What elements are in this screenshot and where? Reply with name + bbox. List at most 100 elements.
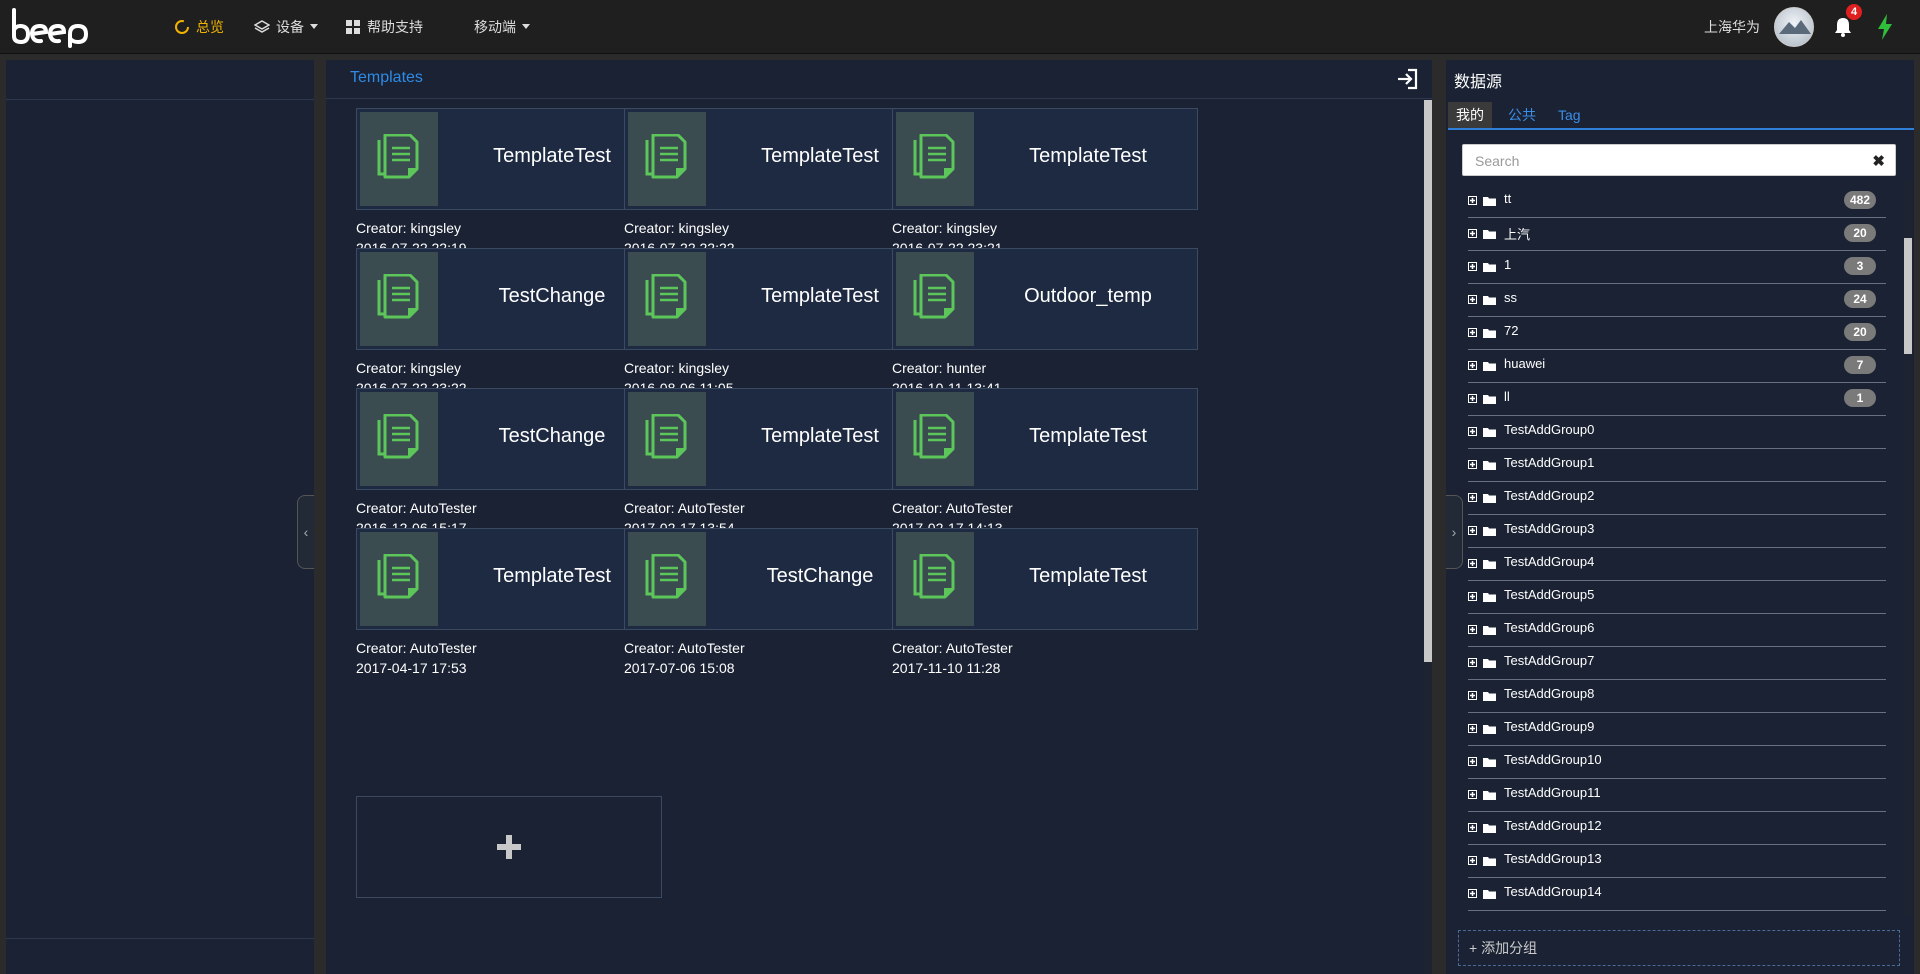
template-card[interactable]: Outdoor_temp [892,248,1198,350]
template-card[interactable]: TemplateTest [892,528,1198,630]
folder-icon [1483,494,1496,503]
expand-icon[interactable] [1468,790,1477,799]
scrollbar-thumb[interactable] [1904,238,1912,354]
group-name: TestAddGroup9 [1504,719,1595,734]
expand-icon[interactable] [1468,658,1477,667]
group-item[interactable]: TestAddGroup13 [1468,844,1886,878]
template-card[interactable]: TemplateTest [892,388,1198,490]
group-item[interactable]: TestAddGroup2 [1468,481,1886,515]
expand-icon[interactable] [1468,493,1477,502]
folder-icon [1483,659,1496,668]
add-template-button[interactable] [356,796,662,898]
template-date: 2017-04-17 17:53 [356,660,467,676]
folder-icon [1483,296,1496,305]
chevron-down-icon [522,24,530,29]
tab-public[interactable]: 公共 [1500,102,1544,128]
group-item[interactable]: TestAddGroup14 [1468,877,1886,911]
search-input[interactable] [1473,145,1867,177]
sign-in-icon[interactable] [1396,67,1420,91]
group-item[interactable]: TestAddGroup7 [1468,646,1886,680]
group-item[interactable]: TestAddGroup5 [1468,580,1886,614]
group-item[interactable]: 13 [1468,250,1886,284]
panel-title: 数据源 [1454,74,1503,91]
template-card[interactable]: TemplateTest [624,248,930,350]
expand-icon[interactable] [1468,889,1477,898]
group-name: huawei [1504,356,1546,371]
expand-icon[interactable] [1468,757,1477,766]
expand-icon[interactable] [1468,262,1477,271]
group-item[interactable]: TestAddGroup1 [1468,448,1886,482]
add-group-button[interactable]: + 添加分组 [1458,930,1900,966]
group-name: TestAddGroup3 [1504,521,1595,536]
template-card[interactable]: TestChange [356,388,662,490]
collapse-left-toggle[interactable]: ‹ [297,495,314,569]
group-item[interactable]: TestAddGroup8 [1468,679,1886,713]
expand-icon[interactable] [1468,328,1477,337]
template-card[interactable]: TemplateTest [624,388,930,490]
folder-icon [1483,461,1496,470]
group-item[interactable]: 72 20 [1468,316,1886,350]
template-card[interactable]: TestChange [624,528,930,630]
template-thumbnail [360,392,438,486]
expand-icon[interactable] [1468,724,1477,733]
template-thumbnail [896,532,974,626]
group-item[interactable]: ss 24 [1468,283,1886,317]
search-box: ✖ [1462,144,1896,177]
expand-icon[interactable] [1468,196,1477,205]
expand-icon[interactable] [1468,394,1477,403]
document-icon [645,134,687,179]
expand-icon[interactable] [1468,559,1477,568]
expand-icon[interactable] [1468,427,1477,436]
nav-item-overview[interactable]: 总览 [174,0,224,53]
expand-icon[interactable] [1468,526,1477,535]
expand-icon[interactable] [1468,691,1477,700]
expand-icon[interactable] [1468,823,1477,832]
group-item[interactable]: ll 1 [1468,382,1886,416]
expand-icon[interactable] [1468,295,1477,304]
expand-icon[interactable] [1468,625,1477,634]
nav-item-devices[interactable]: 设备 [254,0,318,53]
group-item[interactable]: TestAddGroup4 [1468,547,1886,581]
template-creator: Creator: kingsley [624,360,730,376]
group-item[interactable]: TestAddGroup9 [1468,712,1886,746]
tab-mine[interactable]: 我的 [1448,102,1492,128]
group-item[interactable]: tt 482 [1468,184,1886,218]
template-creator: Creator: kingsley [624,220,730,236]
scrollbar-thumb[interactable] [1424,100,1432,662]
group-item[interactable]: TestAddGroup0 [1468,415,1886,449]
avatar[interactable] [1774,7,1814,47]
expand-icon[interactable] [1468,361,1477,370]
expand-icon[interactable] [1468,460,1477,469]
template-card[interactable]: TemplateTest [624,108,930,210]
collapse-right-toggle[interactable]: › [1446,495,1463,569]
folder-icon [1483,593,1496,602]
expand-icon[interactable] [1468,229,1477,238]
group-item[interactable]: TestAddGroup11 [1468,778,1886,812]
template-creator: Creator: AutoTester [624,640,745,656]
bolt-icon[interactable] [1876,14,1894,40]
nav-item-help[interactable]: 帮助支持 [345,0,423,53]
user-name[interactable]: 上海华为 [1704,17,1760,37]
group-item[interactable]: huawei 7 [1468,349,1886,383]
group-count-badge: 20 [1844,224,1876,242]
expand-icon[interactable] [1468,856,1477,865]
template-card[interactable]: TemplateTest [356,108,662,210]
beep-logo[interactable] [10,4,100,48]
tab-tag[interactable]: Tag [1550,102,1589,128]
template-card[interactable]: TemplateTest [356,528,662,630]
group-count-badge: 7 [1844,356,1876,374]
template-meta: Creator: AutoTester 2017-07-06 15:08 [624,638,745,678]
group-item[interactable]: TestAddGroup3 [1468,514,1886,548]
group-item[interactable]: TestAddGroup10 [1468,745,1886,779]
group-item[interactable]: 上汽 20 [1468,217,1886,251]
template-card[interactable]: TemplateTest [892,108,1198,210]
group-item[interactable]: TestAddGroup6 [1468,613,1886,647]
notification-badge: 4 [1846,4,1862,20]
document-icon [377,274,419,319]
folder-icon [1483,725,1496,734]
expand-icon[interactable] [1468,592,1477,601]
template-card[interactable]: TestChange [356,248,662,350]
nav-item-mobile[interactable]: 移动端 [474,0,530,53]
clear-icon[interactable]: ✖ [1872,152,1885,170]
group-item[interactable]: TestAddGroup12 [1468,811,1886,845]
